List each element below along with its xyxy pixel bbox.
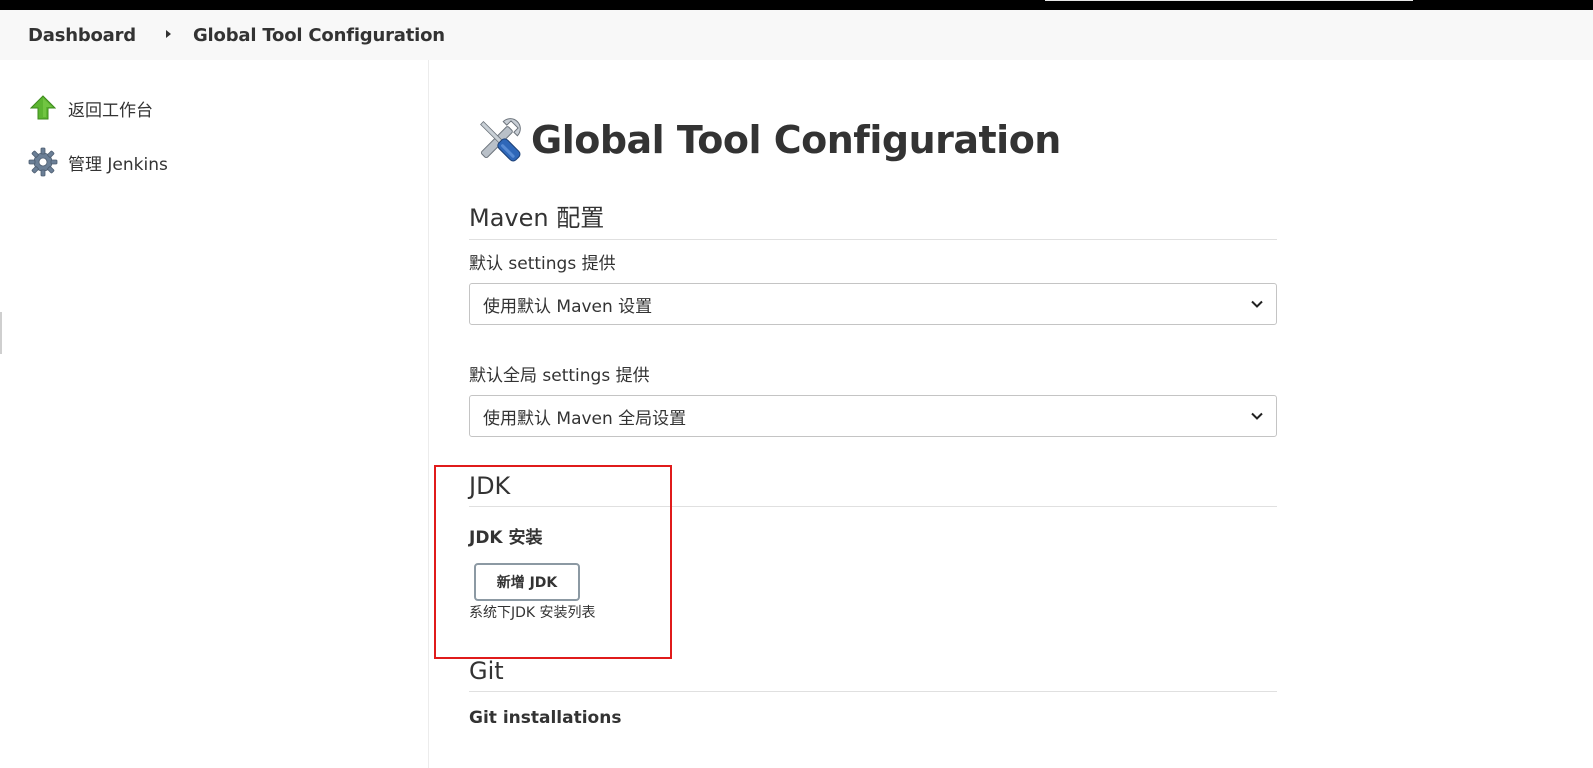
jdk-installations-label: JDK 安装: [469, 528, 543, 548]
breadcrumb-dashboard[interactable]: Dashboard: [28, 25, 136, 46]
chevron-down-icon: [1251, 300, 1263, 308]
add-jdk-button[interactable]: 新增 JDK: [474, 563, 580, 601]
maven-section-title: Maven 配置: [469, 198, 1277, 240]
default-global-settings-select[interactable]: 使用默认 Maven 全局设置: [469, 395, 1277, 437]
sidebar: 返回工作台 管理 Jenkins: [4, 60, 429, 768]
search-box-edge[interactable]: [1045, 0, 1413, 1]
side-panel-handle[interactable]: [0, 312, 2, 354]
breadcrumb-separator-icon[interactable]: [165, 30, 171, 38]
up-arrow-icon: [28, 93, 58, 123]
default-global-settings-label: 默认全局 settings 提供: [469, 366, 650, 386]
sidebar-item-label: 管理 Jenkins: [68, 154, 168, 175]
default-settings-value: 使用默认 Maven 设置: [483, 296, 653, 317]
jdk-section-title: JDK: [469, 472, 1277, 507]
sidebar-item-manage-jenkins[interactable]: 管理 Jenkins: [28, 146, 168, 178]
default-settings-label: 默认 settings 提供: [469, 254, 616, 274]
chevron-down-icon: [1251, 412, 1263, 420]
git-section-title: Git: [469, 657, 1277, 692]
tools-icon: [469, 110, 529, 170]
jdk-help-text: 系统下JDK 安装列表: [469, 605, 596, 621]
sidebar-item-back-to-dashboard[interactable]: 返回工作台: [28, 92, 153, 124]
top-header-bar: [0, 0, 1593, 10]
page-heading: Global Tool Configuration: [531, 118, 1061, 162]
default-global-settings-value: 使用默认 Maven 全局设置: [483, 408, 687, 429]
breadcrumb-global-tool-configuration[interactable]: Global Tool Configuration: [193, 25, 445, 46]
breadcrumb: Dashboard Global Tool Configuration: [0, 10, 1593, 60]
git-installations-label: Git installations: [469, 708, 622, 728]
gear-icon: [28, 147, 58, 177]
sidebar-item-label: 返回工作台: [68, 100, 153, 121]
page-title: Global Tool Configuration: [469, 110, 1061, 170]
default-settings-select[interactable]: 使用默认 Maven 设置: [469, 283, 1277, 325]
